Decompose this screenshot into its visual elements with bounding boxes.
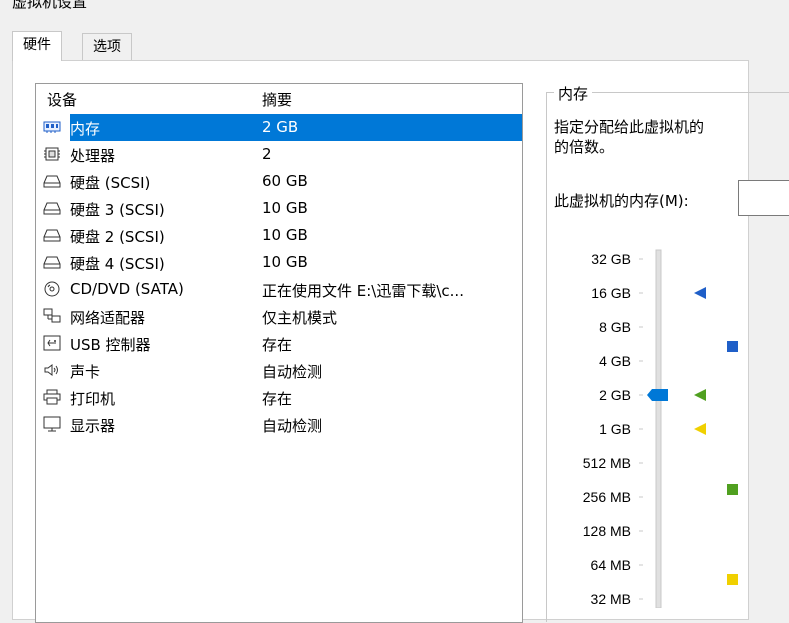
device-summary: 2 GB (262, 118, 299, 136)
scale-label-256mb: 256 MB (583, 489, 631, 505)
device-row-usb-controller[interactable]: USB 控制器 存在 (36, 330, 522, 357)
guest-os-min-marker-icon (694, 423, 706, 435)
device-summary: 仅主机模式 (262, 309, 338, 327)
device-label: 打印机 (70, 390, 116, 408)
device-summary: 10 GB (262, 253, 308, 271)
device-summary: 10 GB (262, 226, 308, 244)
scale-label-4gb: 4 GB (599, 353, 631, 369)
scale-label-128mb: 128 MB (583, 523, 631, 539)
device-row-printer[interactable]: 打印机 存在 (36, 384, 522, 411)
memory-description: 指定分配给此虚拟机的 的倍数。 (554, 117, 754, 157)
hard-disk-icon (43, 202, 61, 215)
memory-size-label: 此虚拟机的内存(M): (554, 192, 689, 210)
tab-hardware[interactable]: 硬件 (12, 31, 62, 61)
processor-icon (44, 147, 60, 161)
max-recommended-marker-icon (694, 287, 706, 299)
hard-disk-icon (43, 229, 61, 242)
guest-os-min-square-icon (727, 574, 738, 585)
device-summary: 自动检测 (262, 363, 323, 381)
display-icon (43, 416, 61, 432)
usb-icon (43, 335, 61, 351)
list-header: 设备 摘要 (36, 84, 522, 112)
column-header-device[interactable]: 设备 (47, 89, 77, 110)
device-row-cd-dvd[interactable]: CD/DVD (SATA) 正在使用文件 E:\迅雷下载\c... (36, 276, 522, 303)
device-label: 网络适配器 (70, 309, 146, 327)
device-summary: 60 GB (262, 172, 308, 190)
device-row-processor[interactable]: 处理器 2 (36, 141, 522, 168)
device-label: 硬盘 4 (SCSI) (70, 255, 165, 273)
device-row-hard-disk-scsi[interactable]: 硬盘 (SCSI) 60 GB (36, 168, 522, 195)
tab-options[interactable]: 选项 (82, 33, 132, 61)
memory-description-line-2: 的倍数。 (554, 138, 615, 156)
device-row-memory[interactable]: 内存 2 GB (36, 114, 522, 141)
recommended-marker-icon (694, 389, 706, 401)
hard-disk-icon (43, 175, 61, 188)
memory-description-line-1: 指定分配给此虚拟机的 (554, 118, 705, 136)
recommended-square-icon (727, 484, 738, 495)
device-label: 硬盘 2 (SCSI) (70, 228, 165, 246)
memory-icon (43, 121, 61, 133)
scale-label-2gb: 2 GB (599, 387, 631, 403)
device-row-hard-disk-3[interactable]: 硬盘 3 (SCSI) 10 GB (36, 195, 522, 222)
printer-icon (43, 389, 61, 405)
column-header-summary[interactable]: 摘要 (262, 89, 292, 110)
device-label: 硬盘 3 (SCSI) (70, 201, 165, 219)
scale-label-1gb: 1 GB (599, 421, 631, 437)
slider-track[interactable] (655, 249, 662, 608)
scale-label-512mb: 512 MB (583, 455, 631, 471)
device-summary: 存在 (262, 336, 293, 354)
memory-slider[interactable]: 32 GB 16 GB 8 GB 4 GB 2 GB 1 GB 512 MB 2… (560, 240, 789, 608)
device-label: CD/DVD (SATA) (70, 280, 184, 298)
hard-disk-icon (43, 256, 61, 269)
scale-label-32gb: 32 GB (591, 251, 631, 267)
cd-dvd-icon (44, 281, 60, 297)
device-row-sound-card[interactable]: 声卡 自动检测 (36, 357, 522, 384)
device-row-display[interactable]: 显示器 自动检测 (36, 411, 522, 438)
device-row-hard-disk-2[interactable]: 硬盘 2 (SCSI) 10 GB (36, 222, 522, 249)
scale-label-8gb: 8 GB (599, 319, 631, 335)
device-summary: 正在使用文件 E:\迅雷下载\c... (262, 282, 464, 300)
device-label: 声卡 (70, 363, 101, 381)
memory-group-title: 内存 (554, 83, 593, 104)
device-label: 显示器 (70, 417, 116, 435)
memory-size-input[interactable] (738, 180, 789, 216)
slider-thumb[interactable] (647, 389, 668, 401)
max-recommended-square-icon (727, 341, 738, 352)
device-row-network-adapter[interactable]: 网络适配器 仅主机模式 (36, 303, 522, 330)
device-list[interactable]: 设备 摘要 内存 2 GB 处理器 2 硬盘 (SCSI) 60 GB 硬盘 3… (35, 83, 523, 623)
tab-strip: 硬件 选项 (12, 31, 749, 61)
scale-label-64mb: 64 MB (591, 557, 631, 573)
window-title: 虚拟机设置 (12, 0, 88, 11)
sound-card-icon (44, 364, 58, 376)
device-label: 内存 (70, 120, 101, 138)
device-summary: 2 (262, 145, 272, 163)
device-summary: 自动检测 (262, 417, 323, 435)
device-summary: 10 GB (262, 199, 308, 217)
device-label: USB 控制器 (70, 336, 151, 354)
scale-label-32mb: 32 MB (591, 591, 631, 607)
scale-label-16gb: 16 GB (591, 285, 631, 301)
device-summary: 存在 (262, 390, 293, 408)
device-label: 处理器 (70, 147, 116, 165)
network-adapter-icon (43, 308, 61, 323)
device-row-hard-disk-4[interactable]: 硬盘 4 (SCSI) 10 GB (36, 249, 522, 276)
device-label: 硬盘 (SCSI) (70, 174, 151, 192)
